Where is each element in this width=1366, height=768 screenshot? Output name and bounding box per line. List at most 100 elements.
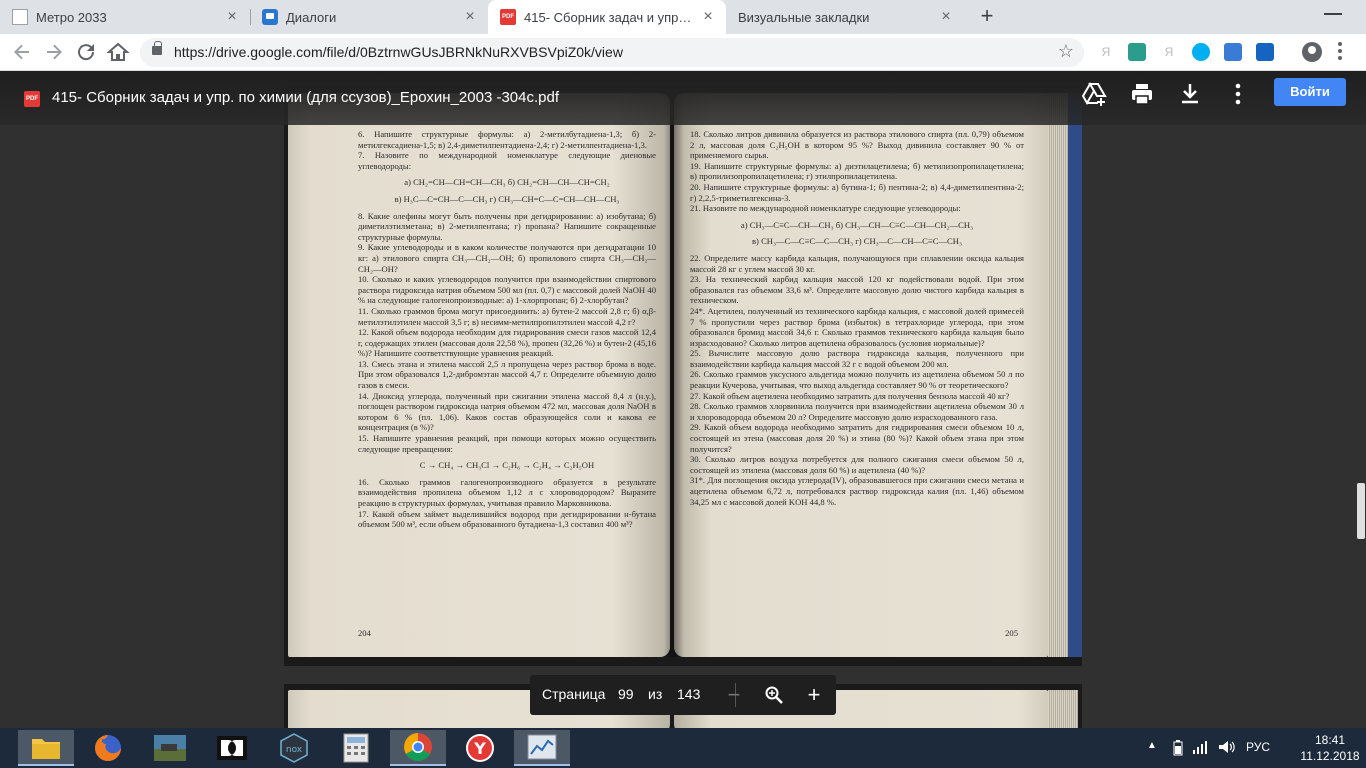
- chrome-icon[interactable]: [390, 730, 446, 766]
- more-options-icon[interactable]: [1225, 81, 1251, 107]
- close-tab-icon[interactable]: ×: [700, 9, 716, 25]
- tab-title: Метро 2033: [36, 9, 107, 25]
- total-pages: 143: [677, 686, 701, 702]
- home-button[interactable]: [106, 40, 130, 64]
- browser-toolbar: https://drive.google.com/file/d/0BztrnwG…: [0, 34, 1366, 71]
- calculator-icon[interactable]: [328, 730, 384, 766]
- zoom-in-button[interactable]: +: [800, 681, 828, 709]
- book-text: 8. Какие олефины могут быть получены при…: [358, 210, 656, 242]
- book-text: 14. Диоксид углерода, полученный при сжи…: [358, 390, 656, 433]
- scrollbar[interactable]: [1354, 71, 1366, 728]
- book-cover-edge: [1068, 93, 1082, 657]
- extension-icon[interactable]: [1128, 43, 1146, 61]
- file-explorer-icon[interactable]: [18, 730, 74, 766]
- book-text: 17. Какой объем займет выделившийся водо…: [358, 508, 656, 530]
- close-tab-icon[interactable]: ×: [938, 9, 954, 25]
- pdf-icon: PDF: [500, 9, 516, 25]
- firefox-icon[interactable]: [80, 730, 136, 766]
- tab-metro[interactable]: Метро 2033 ×: [0, 0, 250, 34]
- zoom-icon[interactable]: [760, 681, 788, 709]
- address-bar[interactable]: https://drive.google.com/file/d/0BztrnwG…: [140, 38, 1084, 67]
- tab-dialogs[interactable]: Диалоги ×: [250, 0, 488, 34]
- resource-monitor-icon[interactable]: [514, 730, 570, 766]
- chemical-formula: C → CH₄ → CH₃Cl → C₂H₆ → C₂H₄ → C₂H₅OH: [419, 460, 595, 471]
- book-text: 16. Сколько граммов галогенопроизводного…: [358, 476, 656, 508]
- book-text: 31*. Для поглощения оксида углерода(IV),…: [690, 475, 1024, 507]
- game-icon[interactable]: [142, 730, 198, 766]
- signal-icon[interactable]: [1192, 740, 1208, 757]
- battery-icon[interactable]: [1173, 740, 1183, 759]
- clock-time: 18:41: [1314, 733, 1346, 747]
- book-text: 25. Вычислите массовую долю раствора гид…: [690, 348, 1024, 369]
- download-icon[interactable]: [1177, 81, 1203, 107]
- chat-icon: [262, 9, 278, 25]
- dolby-icon[interactable]: [204, 730, 260, 766]
- current-page-number[interactable]: 99: [618, 686, 634, 702]
- url-text[interactable]: https://drive.google.com/file/d/0BztrnwG…: [174, 44, 623, 60]
- yandex-extension-icon[interactable]: Я: [1160, 43, 1178, 61]
- pdf-viewer: 6. Напишите структурные формулы: а) 2-ме…: [0, 71, 1366, 728]
- clock-date: 11.12.2018: [1300, 749, 1360, 763]
- profile-avatar-icon[interactable]: [1302, 42, 1322, 62]
- tab-strip: Метро 2033 × Диалоги × PDF 415- Сборник …: [0, 0, 1366, 34]
- show-hidden-icons-icon[interactable]: ▲: [1147, 740, 1157, 751]
- home-icon: [106, 42, 130, 61]
- yandex-browser-icon[interactable]: Y: [452, 730, 508, 766]
- book-text: 9. Какие углеводороды и в каком количест…: [358, 242, 656, 274]
- book-text: 29. Какой объем водорода необходимо затр…: [690, 422, 1024, 454]
- chemical-formula: в) H₃C—C=CH—C—CH₃ г) CH₃—CH=C—C=CH—CH—CH…: [394, 193, 620, 204]
- zoom-out-button[interactable]: −: [720, 681, 748, 709]
- book-text: 18. Сколько литров дивинила образуется и…: [690, 129, 1024, 161]
- book-text: 12. Какой объем водорода необходим для г…: [358, 327, 656, 359]
- nox-player-icon[interactable]: nox: [266, 730, 322, 766]
- chemical-formula: а) CH₂=CH—CH=CH—CH₃ б) CH₂=CH—CH—CH=CH₂: [404, 177, 610, 188]
- document-icon: [12, 9, 28, 25]
- arrow-left-icon: [14, 44, 29, 60]
- back-button[interactable]: [10, 40, 34, 64]
- chemical-formula: в) CH₃—C—C≡C—C—CH₃ г) CH₃—C—CH—C≡C—CH₃: [752, 236, 962, 247]
- book-text: 19. Напишите структурные формулы: а) диэ…: [690, 160, 1024, 182]
- document-title: 415- Сборник задач и упр. по химии (для …: [52, 89, 560, 106]
- scrollbar-thumb[interactable]: [1357, 483, 1365, 539]
- extension-icon[interactable]: [1224, 43, 1242, 61]
- book-page-left: 6. Напишите структурные формулы: а) 2-ме…: [288, 93, 670, 657]
- volume-icon[interactable]: [1218, 740, 1236, 757]
- print-icon[interactable]: [1129, 81, 1155, 107]
- of-label: из: [648, 686, 663, 702]
- bookmark-star-icon[interactable]: ☆: [1058, 41, 1074, 62]
- scanned-page-spread: 6. Напишите структурные формулы: а) 2-ме…: [284, 85, 1082, 666]
- close-tab-icon[interactable]: ×: [224, 9, 240, 25]
- login-button[interactable]: Войти: [1274, 78, 1346, 106]
- windows-taskbar: nox Y ▲ РУС 18:41 11.12.2018: [0, 728, 1366, 768]
- book-text: 24*. Ацетилен, полученный из техническог…: [690, 305, 1024, 348]
- yandex-extension-icon[interactable]: Я: [1097, 43, 1115, 61]
- skype-icon[interactable]: [1192, 43, 1210, 61]
- reload-button[interactable]: [74, 40, 98, 64]
- pdf-icon: PDF: [24, 91, 40, 107]
- page-edges: [1048, 690, 1078, 728]
- keyboard-language[interactable]: РУС: [1246, 740, 1270, 754]
- viewer-header: PDF 415- Сборник задач и упр. по химии (…: [0, 71, 1366, 125]
- close-tab-icon[interactable]: ×: [462, 9, 478, 25]
- arrow-right-icon: [47, 44, 62, 60]
- minimize-window-button[interactable]: [1316, 4, 1350, 24]
- menu-icon[interactable]: [1338, 42, 1342, 62]
- tab-title: Визуальные закладки: [738, 9, 870, 25]
- book-text: 6. Напишите структурные формулы: а) 2-ме…: [358, 129, 656, 150]
- tab-pdf-active[interactable]: PDF 415- Сборник задач и упр. по х ×: [488, 0, 726, 34]
- tab-visual-bookmarks[interactable]: Визуальные закладки ×: [726, 0, 964, 34]
- new-tab-button[interactable]: +: [974, 4, 1000, 30]
- forward-button[interactable]: [42, 40, 66, 64]
- book-text: 23. На технический карбид кальция массой…: [690, 274, 1024, 306]
- bookmark-extension-icon[interactable]: [1256, 43, 1274, 61]
- system-clock[interactable]: 18:41 11.12.2018: [1298, 732, 1362, 764]
- book-text: 7. Назовите по международной номенклатур…: [358, 150, 656, 171]
- svg-text:Y: Y: [473, 739, 486, 758]
- book-text: 22. Определите массу карбида кальция, по…: [690, 252, 1024, 274]
- page-number: 205: [1005, 628, 1018, 639]
- book-gutter: [664, 93, 684, 657]
- add-to-drive-icon[interactable]: [1081, 81, 1108, 107]
- book-text: 15. Напишите уравнения реакций, при помо…: [358, 433, 656, 454]
- lock-icon: [152, 41, 162, 55]
- book-text: 28. Сколько граммов хлорвинила получится…: [690, 401, 1024, 422]
